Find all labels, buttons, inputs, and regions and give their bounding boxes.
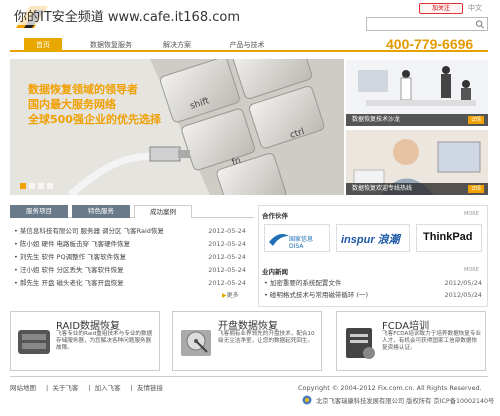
feature-card-raid[interactable]: RAID数据恢复 飞客专业的Raid重组技术与专业的数据存储服务器，为您解决各种… — [10, 311, 160, 371]
disa-logo-icon — [269, 234, 289, 246]
partner-logo-2[interactable]: inspur 浪潮 — [336, 224, 410, 252]
news-date: 2012/05/24 — [444, 291, 482, 299]
news-title[interactable]: • 汪小姐 软件 分区丢失 飞客软件恢复 — [14, 266, 124, 274]
banner-dot[interactable] — [47, 183, 53, 189]
banner-line-1: 数据恢复领域的领导者 — [28, 83, 138, 96]
news-title[interactable]: • 某信息科技有限公司 服务器 调分区 飞客Raid恢复 — [14, 227, 164, 235]
feature-card-fcda[interactable]: FCDA培训 飞客FCDA培训致力于培养数据恢复专业人才，有机会可获得国家工信部… — [336, 311, 486, 371]
details-button[interactable]: 详情 — [467, 116, 484, 124]
list-item[interactable]: • 某信息科技有限公司 服务器 调分区 飞客Raid恢复 2012-05-24 — [14, 226, 246, 236]
list-item[interactable]: • 碰明格式技术与常用磁带循环 (一) 2012/05/24 — [264, 290, 482, 300]
news-date: 2012-05-24 — [208, 227, 246, 235]
industry-news-title: 业内新闻 — [262, 268, 288, 276]
news-date: 2012/05/24 — [444, 279, 482, 287]
feature-description: 飞客拥有业界领先的开盘技术，配合10级无尘洁净室，让您的数据起死回生。 — [218, 331, 315, 344]
icp-text: 北京飞客瑞康科技发展有限公司 版权所有 京ICP备10002140号 — [316, 398, 495, 405]
feature-card-open-disk[interactable]: 开盘数据恢复 飞客拥有业界领先的开盘技术，配合10级无尘洁净室，让您的数据起死回… — [172, 311, 322, 371]
side-caption-1: 数据恢复技术沙龙 详情 — [346, 114, 488, 126]
search-input[interactable] — [367, 18, 467, 29]
industry-more-link[interactable]: MORE — [464, 267, 479, 273]
search-box[interactable] — [366, 17, 488, 31]
feature-title: 开盘数据恢复 — [218, 321, 278, 332]
side-caption-2: 数据恢复欢迎专线热线 详情 — [346, 183, 488, 195]
feature-title: FCDA培训 — [382, 321, 430, 332]
raid-icon — [18, 330, 50, 354]
footer-divider — [10, 376, 488, 377]
banner-dot[interactable] — [38, 183, 44, 189]
training-icon — [346, 328, 375, 359]
footer-link-about[interactable]: 关于飞客 — [52, 384, 78, 392]
feature-description: 飞客专业的Raid重组技术与专业的数据存储服务器，为您解决各种问题服务器故障。 — [56, 331, 153, 351]
side-promo-salon[interactable]: 数据恢复技术沙龙 详情 — [346, 60, 488, 126]
feature-description: 飞客FCDA培训致力于培养数据恢复专业人才，有机会可获得国家工信部数据恢复资格认… — [382, 331, 482, 351]
news-date: 2012-05-24 — [208, 279, 246, 287]
harddisk-icon — [181, 330, 211, 356]
nav-item-recovery-service[interactable]: 数据恢复服务 — [84, 38, 138, 52]
nav-item-products[interactable]: 产品与技术 — [220, 38, 274, 52]
news-date: 2012-05-24 — [208, 240, 246, 248]
police-badge-icon — [302, 395, 312, 405]
nav-item-solutions[interactable]: 解决方案 — [156, 38, 198, 52]
list-item[interactable]: • 刘先生 软件 PQ调整作 飞客软件恢复 2012-05-24 — [14, 252, 246, 262]
list-item[interactable]: • 汪小姐 软件 分区丢失 飞客软件恢复 2012-05-24 — [14, 265, 246, 275]
footer-link-join[interactable]: 加入飞客 — [95, 384, 121, 392]
partners-more-link[interactable]: MORE — [464, 211, 479, 217]
more-link[interactable]: ▶更多 — [222, 290, 239, 299]
list-item[interactable]: • 郝先生 开盘 磁头老化 飞客开盘恢复 2012-05-24 — [14, 278, 246, 288]
news-title[interactable]: • 刘先生 软件 PQ调整作 飞客软件恢复 — [14, 253, 126, 261]
banner-dot[interactable] — [20, 183, 26, 189]
keyboard-image — [10, 59, 344, 195]
watermark-text: 你的IT安全频道 www.cafe.it168.com — [14, 6, 240, 25]
tab-success-cases[interactable]: 成功案例 — [134, 205, 192, 218]
hotline-phone: 400-779-6696 — [386, 36, 474, 52]
news-title[interactable]: • 碰明格式技术与常用磁带循环 (一) — [264, 291, 368, 299]
banner-dot[interactable] — [29, 183, 35, 189]
banner-line-2: 国内最大服务网络 — [28, 98, 116, 111]
copyright-text: Copyright © 2004-2012 Fix.com.cn. All Ri… — [298, 384, 482, 392]
list-item[interactable]: • 陈小姐 硬件 电路板击穿 飞客硬件恢复 2012-05-24 — [14, 239, 246, 249]
search-icon[interactable] — [475, 20, 485, 29]
tab-service-items[interactable]: 服务项目 — [10, 205, 68, 218]
news-date: 2012-05-24 — [208, 266, 246, 274]
partners-title: 合作伙伴 — [262, 212, 288, 220]
language-link[interactable]: 中文 — [468, 3, 482, 13]
footer-link-friends[interactable]: 友情链接 — [137, 384, 163, 392]
follow-button[interactable]: 加关注 — [419, 3, 463, 14]
banner-pagination[interactable] — [20, 183, 56, 191]
hero-banner[interactable]: 数据恢复领域的领导者 国内最大服务网络 全球500强企业的优先选择 shift … — [10, 59, 344, 195]
news-title[interactable]: • 郝先生 开盘 磁头老化 飞客开盘恢复 — [14, 279, 124, 287]
banner-line-3: 全球500强企业的优先选择 — [28, 113, 161, 126]
partner-logo-3[interactable]: ThinkPad — [416, 224, 482, 252]
footer-links: 网站地图 | 关于飞客 | 加入飞客 | 友情链接 — [10, 384, 163, 392]
details-button[interactable]: 详情 — [467, 185, 484, 193]
feature-title: RAID数据恢复 — [56, 321, 121, 332]
side-promo-hotline[interactable]: 数据恢复欢迎专线热线 详情 — [346, 130, 488, 195]
list-item[interactable]: • 加密重要的系统配置文件 2012/05/24 — [264, 278, 482, 288]
news-date: 2012-05-24 — [208, 253, 246, 261]
partner-logo-1[interactable]: 国家信息 DISA — [264, 224, 330, 252]
news-title[interactable]: • 加密重要的系统配置文件 — [264, 279, 341, 287]
news-tabs: 服务项目 特色服务 成功案例 — [10, 205, 254, 218]
nav-item-home[interactable]: 首页 — [24, 38, 62, 52]
tab-featured-services[interactable]: 特色服务 — [72, 205, 130, 218]
footer-link-sitemap[interactable]: 网站地图 — [10, 384, 36, 392]
news-title[interactable]: • 陈小姐 硬件 电路板击穿 飞客硬件恢复 — [14, 240, 130, 248]
